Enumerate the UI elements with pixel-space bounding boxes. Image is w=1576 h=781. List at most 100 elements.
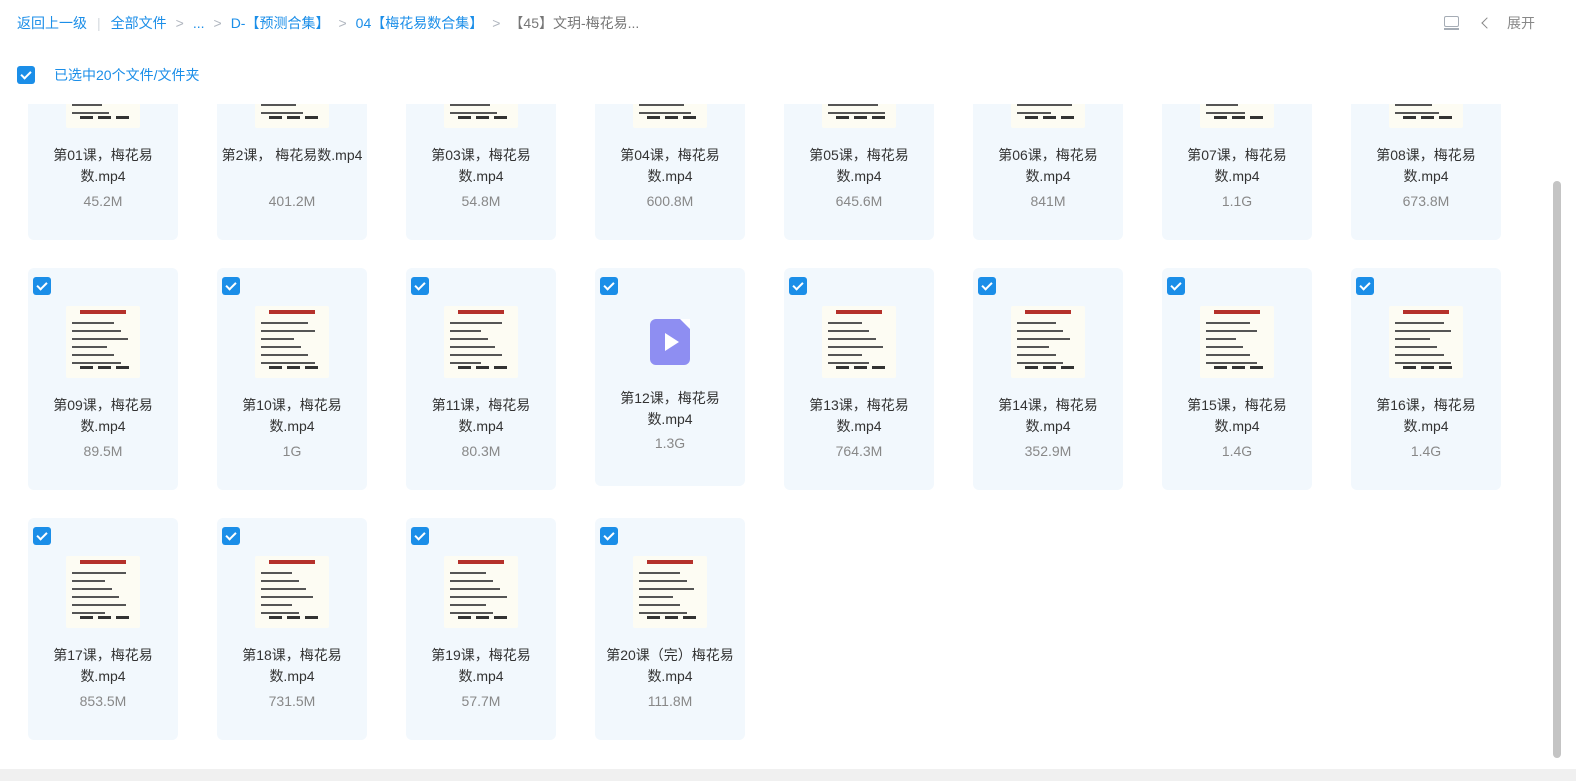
file-card[interactable]: 第05课，梅花易数.mp4 645.6M — [784, 104, 934, 240]
file-size: 1.4G — [1410, 443, 1442, 459]
file-name[interactable]: 第11课，梅花易数.mp4 — [410, 395, 552, 437]
file-size: 111.8M — [647, 693, 693, 709]
list-view-icon[interactable] — [1444, 16, 1459, 30]
file-size: 1.3G — [654, 435, 686, 451]
file-name[interactable]: 第04课，梅花易数.mp4 — [599, 145, 741, 187]
file-size: 645.6M — [835, 193, 883, 209]
expand-button[interactable]: 展开 — [1481, 13, 1535, 33]
video-thumbnail — [255, 306, 329, 378]
crumb-folder-04[interactable]: 04【梅花易数合集】 — [356, 13, 484, 33]
file-size: 841M — [1030, 193, 1066, 209]
file-name[interactable]: 第15课，梅花易数.mp4 — [1166, 395, 1308, 437]
file-size: 352.9M — [1024, 443, 1072, 459]
file-size: 764.3M — [835, 443, 883, 459]
file-card[interactable]: 第13课，梅花易数.mp4 764.3M — [784, 268, 934, 490]
file-name[interactable]: 第08课，梅花易数.mp4 — [1355, 145, 1497, 187]
file-name[interactable]: 第14课，梅花易数.mp4 — [977, 395, 1119, 437]
file-name[interactable]: 第10课，梅花易数.mp4 — [221, 395, 363, 437]
file-name[interactable]: 第03课，梅花易数.mp4 — [410, 145, 552, 187]
file-card[interactable]: 第01课，梅花易数.mp4 45.2M — [28, 104, 178, 240]
crumb-d-folder[interactable]: D-【预测合集】 — [231, 13, 330, 33]
file-size: 89.5M — [83, 443, 123, 459]
file-name[interactable]: 第2课， 梅花易数.mp4 — [221, 145, 363, 166]
file-size: 57.7M — [461, 693, 501, 709]
file-size: 1.1G — [1221, 193, 1253, 209]
top-bar: 返回上一级 | 全部文件 > ... > D-【预测合集】 > 04【梅花易数合… — [0, 0, 1576, 46]
file-name[interactable]: 第19课，梅花易数.mp4 — [410, 645, 552, 687]
checkbox-checked-icon[interactable] — [600, 527, 618, 545]
crumb-current: 【45】文玥-梅花易... — [509, 15, 640, 31]
checkbox-checked-icon[interactable] — [1356, 277, 1374, 295]
view-controls: 展开 — [1444, 13, 1535, 33]
file-size: 45.2M — [83, 193, 123, 209]
footer-bar — [0, 769, 1576, 781]
file-card[interactable]: 第06课，梅花易数.mp4 841M — [973, 104, 1123, 240]
file-card[interactable]: 第19课，梅花易数.mp4 57.7M — [406, 518, 556, 740]
file-size: 731.5M — [268, 693, 316, 709]
file-name[interactable]: 第06课，梅花易数.mp4 — [977, 145, 1119, 187]
video-thumbnail — [66, 556, 140, 628]
crumb-separator: > — [492, 15, 501, 31]
video-thumbnail — [822, 306, 896, 378]
file-size: 1G — [282, 443, 302, 459]
file-card[interactable]: 第2课， 梅花易数.mp4 401.2M — [217, 104, 367, 240]
file-card[interactable]: 第04课，梅花易数.mp4 600.8M — [595, 104, 745, 240]
file-card[interactable]: 第08课，梅花易数.mp4 673.8M — [1351, 104, 1501, 240]
checkbox-checked-icon[interactable] — [600, 277, 618, 295]
file-name[interactable]: 第01课，梅花易数.mp4 — [32, 145, 174, 187]
file-name[interactable]: 第09课，梅花易数.mp4 — [32, 395, 174, 437]
video-thumbnail — [1011, 104, 1085, 128]
checkbox-checked-icon[interactable] — [222, 527, 240, 545]
checkbox-checked-icon[interactable] — [222, 277, 240, 295]
file-name[interactable]: 第17课，梅花易数.mp4 — [32, 645, 174, 687]
breadcrumb: 返回上一级 | 全部文件 > ... > D-【预测合集】 > 04【梅花易数合… — [17, 13, 639, 33]
file-card[interactable]: 第14课，梅花易数.mp4 352.9M — [973, 268, 1123, 490]
chevron-left-icon — [1481, 17, 1493, 29]
file-name[interactable]: 第16课，梅花易数.mp4 — [1355, 395, 1497, 437]
file-card[interactable]: 第03课，梅花易数.mp4 54.8M — [406, 104, 556, 240]
file-card[interactable]: 第07课，梅花易数.mp4 1.1G — [1162, 104, 1312, 240]
video-thumbnail — [255, 556, 329, 628]
file-name[interactable]: 第05课，梅花易数.mp4 — [788, 145, 930, 187]
scrollbar[interactable] — [1553, 181, 1561, 758]
video-thumbnail — [255, 104, 329, 128]
video-thumbnail — [1200, 104, 1274, 128]
video-thumbnail — [1011, 306, 1085, 378]
file-grid: 第01课，梅花易数.mp4 45.2M 第2课， 梅花易数.mp4 401.2M 第03… — [0, 104, 1550, 769]
file-name[interactable]: 第18课，梅花易数.mp4 — [221, 645, 363, 687]
file-card[interactable]: 第09课，梅花易数.mp4 89.5M — [28, 268, 178, 490]
file-card[interactable]: 第20课（完）梅花易数.mp4 111.8M — [595, 518, 745, 740]
file-size: 1.4G — [1221, 443, 1253, 459]
file-size: 600.8M — [646, 193, 694, 209]
checkbox-checked-icon[interactable] — [411, 527, 429, 545]
file-card[interactable]: 第16课，梅花易数.mp4 1.4G — [1351, 268, 1501, 490]
file-name[interactable]: 第20课（完）梅花易数.mp4 — [599, 645, 741, 687]
file-card[interactable]: 第18课，梅花易数.mp4 731.5M — [217, 518, 367, 740]
checkbox-checked-icon[interactable] — [789, 277, 807, 295]
file-size: 853.5M — [79, 693, 127, 709]
checkbox-checked-icon[interactable] — [411, 277, 429, 295]
file-card[interactable]: 第11课，梅花易数.mp4 80.3M — [406, 268, 556, 490]
file-name[interactable]: 第13课，梅花易数.mp4 — [788, 395, 930, 437]
checkbox-checked-icon[interactable] — [33, 277, 51, 295]
crumb-ellipsis[interactable]: ... — [193, 15, 205, 31]
file-card[interactable]: 第12课，梅花易数.mp4 1.3G — [595, 268, 745, 486]
file-size: 54.8M — [461, 193, 501, 209]
back-link[interactable]: 返回上一级 — [17, 13, 87, 33]
video-thumbnail — [444, 104, 518, 128]
checkbox-checked-icon[interactable] — [978, 277, 996, 295]
video-thumbnail — [633, 104, 707, 128]
file-card[interactable]: 第10课，梅花易数.mp4 1G — [217, 268, 367, 490]
selection-bar: 已选中20个文件/文件夹 — [17, 65, 199, 85]
file-card[interactable]: 第15课，梅花易数.mp4 1.4G — [1162, 268, 1312, 490]
crumb-all-files[interactable]: 全部文件 — [111, 13, 167, 33]
select-all-checkbox[interactable] — [17, 66, 35, 84]
file-name[interactable]: 第07课，梅花易数.mp4 — [1166, 145, 1308, 187]
video-thumbnail — [444, 556, 518, 628]
file-name[interactable]: 第12课，梅花易数.mp4 — [599, 388, 741, 430]
file-card[interactable]: 第17课，梅花易数.mp4 853.5M — [28, 518, 178, 740]
checkbox-checked-icon[interactable] — [1167, 277, 1185, 295]
file-size: 401.2M — [268, 193, 316, 209]
checkbox-checked-icon[interactable] — [33, 527, 51, 545]
video-thumbnail — [1200, 306, 1274, 378]
